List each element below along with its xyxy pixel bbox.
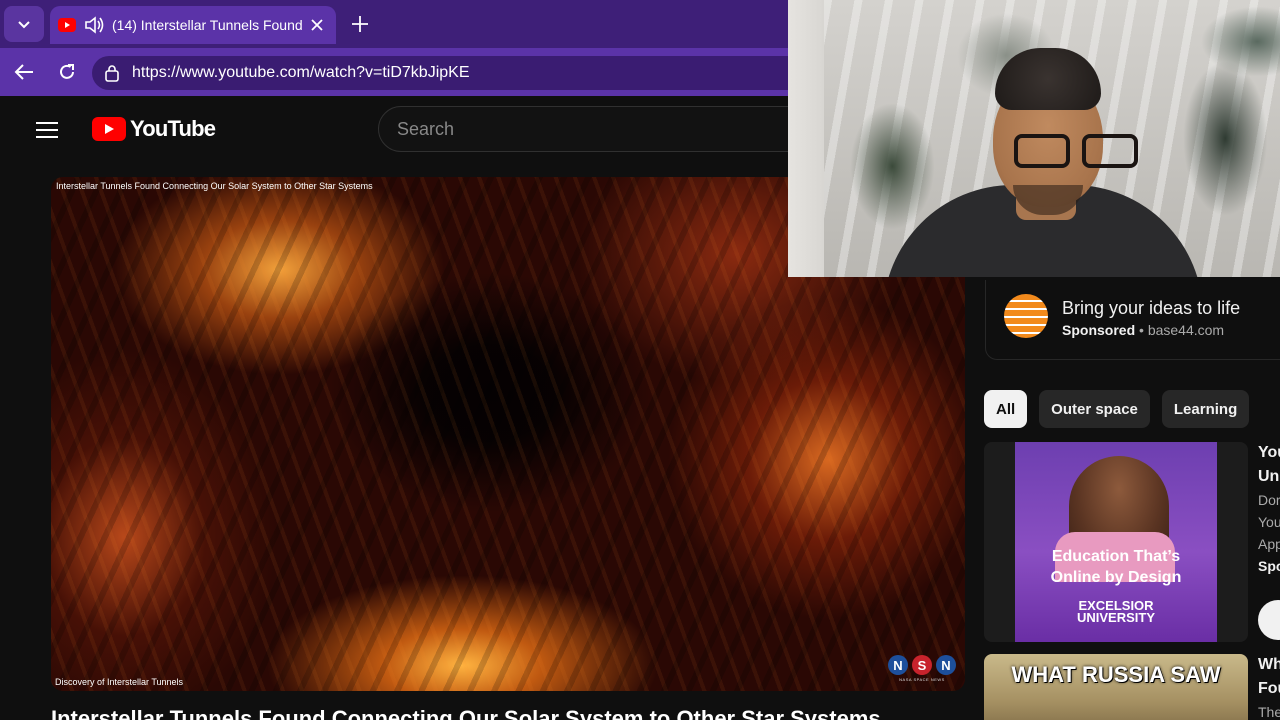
sponsored-label: Sponsored — [1062, 322, 1136, 338]
ad-title[interactable]: Bring your ideas to life — [1062, 298, 1240, 319]
youtube-favicon-icon — [58, 18, 76, 32]
ad-card[interactable]: Bring your ideas to life Sponsored • bas… — [985, 280, 1280, 360]
recommendation-thumbnail[interactable]: Education That’s Online by Design EXCELS… — [984, 442, 1248, 642]
address-bar[interactable]: https://www.youtube.com/watch?v=tiD7kbJi… — [92, 56, 812, 90]
webcam-overlay — [788, 0, 1280, 277]
thumbnail-brand-line: UNIVERSITY — [1076, 610, 1155, 625]
hamburger-line — [36, 122, 58, 124]
recommendation-sponsored: Spo — [1258, 558, 1280, 574]
youtube-header: YouTube — [6, 96, 798, 166]
ad-meta: Sponsored • base44.com — [1062, 322, 1224, 338]
recommendation-title-line[interactable]: You — [1258, 444, 1280, 462]
video-overlay-title: Interstellar Tunnels Found Connecting Ou… — [56, 181, 373, 191]
search-box[interactable] — [378, 106, 798, 152]
tab-strip: (14) Interstellar Tunnels Found Connecti… — [0, 0, 788, 48]
thumbnail-headline-line: Education That’s — [1051, 548, 1181, 565]
thumbnail-image: Education That’s Online by Design EXCELS… — [1015, 442, 1217, 642]
webcam-person-glasses — [1008, 134, 1158, 174]
recommendation-title-line[interactable]: Uni — [1258, 468, 1280, 486]
watermark-letter: N — [936, 655, 956, 675]
thumbnail-headline: Education That’s Online by Design — [1015, 546, 1217, 588]
ad-domain: base44.com — [1147, 322, 1225, 338]
tab-title: (14) Interstellar Tunnels Found Connecti… — [112, 17, 302, 33]
chip-all[interactable]: All — [984, 390, 1028, 428]
thumbnail-brand: EXCELSIOR UNIVERSITY — [1015, 599, 1217, 625]
tab-list-button[interactable] — [4, 6, 44, 42]
watermark-letter: N — [888, 655, 908, 675]
site-info-icon[interactable] — [104, 64, 120, 82]
arrow-left-icon — [14, 64, 33, 80]
recommendation-thumbnail[interactable]: WHAT RUSSIA SAW — [984, 654, 1248, 720]
reload-button[interactable] — [53, 58, 81, 86]
recommendation-desc-line: The — [1258, 704, 1280, 720]
thumbnail-headline: WHAT RUSSIA SAW — [1011, 662, 1221, 687]
recommendation-desc-line: Dor — [1258, 492, 1280, 508]
glasses-lens — [1082, 134, 1138, 168]
guide-menu-button[interactable] — [36, 116, 64, 144]
recommendation-title-line[interactable]: Wh — [1258, 656, 1280, 674]
browser-chrome: (14) Interstellar Tunnels Found Connecti… — [0, 0, 812, 96]
youtube-logo[interactable]: YouTube — [92, 116, 216, 142]
filter-chips: All Outer space Learning — [984, 390, 1250, 428]
close-tab-icon[interactable] — [310, 18, 324, 32]
recommendation-title-line[interactable]: Fou — [1258, 680, 1280, 698]
chip-outer-space[interactable]: Outer space — [1039, 390, 1150, 428]
channel-watermark[interactable]: N S N NASA SPACE NEWS — [887, 655, 957, 685]
back-button[interactable] — [10, 58, 38, 86]
video-title: Interstellar Tunnels Found Connecting Ou… — [51, 706, 881, 720]
youtube-play-icon — [92, 117, 126, 141]
chip-learning[interactable]: Learning — [1161, 390, 1250, 428]
search-input[interactable] — [397, 118, 797, 140]
reload-icon — [60, 64, 74, 79]
recommendation-desc-line: You — [1258, 514, 1280, 530]
thumbnail-headline-line: Online by Design — [1050, 569, 1182, 586]
watermark-subtext: NASA SPACE NEWS — [899, 677, 945, 682]
recommendation-desc-line: App — [1258, 536, 1280, 552]
screen: (14) Interstellar Tunnels Found Connecti… — [0, 0, 1280, 720]
video-overlay-caption: Discovery of Interstellar Tunnels — [55, 677, 184, 687]
active-tab[interactable]: (14) Interstellar Tunnels Found Connecti… — [50, 6, 336, 44]
hamburger-line — [36, 129, 58, 131]
youtube-wordmark: YouTube — [130, 116, 216, 141]
meta-separator: • — [1139, 322, 1144, 338]
advertiser-logo — [1004, 294, 1048, 338]
glasses-lens — [1014, 134, 1070, 168]
webcam-wall — [788, 0, 824, 277]
speaker-icon[interactable] — [84, 16, 104, 34]
new-tab-button[interactable] — [346, 10, 374, 38]
scroll-next-button[interactable] — [1258, 600, 1280, 640]
watermark-letter: S — [912, 655, 932, 675]
plus-icon — [352, 16, 368, 32]
url-text[interactable]: https://www.youtube.com/watch?v=tiD7kbJi… — [132, 64, 470, 82]
chevron-down-icon — [18, 21, 30, 29]
hamburger-line — [36, 136, 58, 138]
